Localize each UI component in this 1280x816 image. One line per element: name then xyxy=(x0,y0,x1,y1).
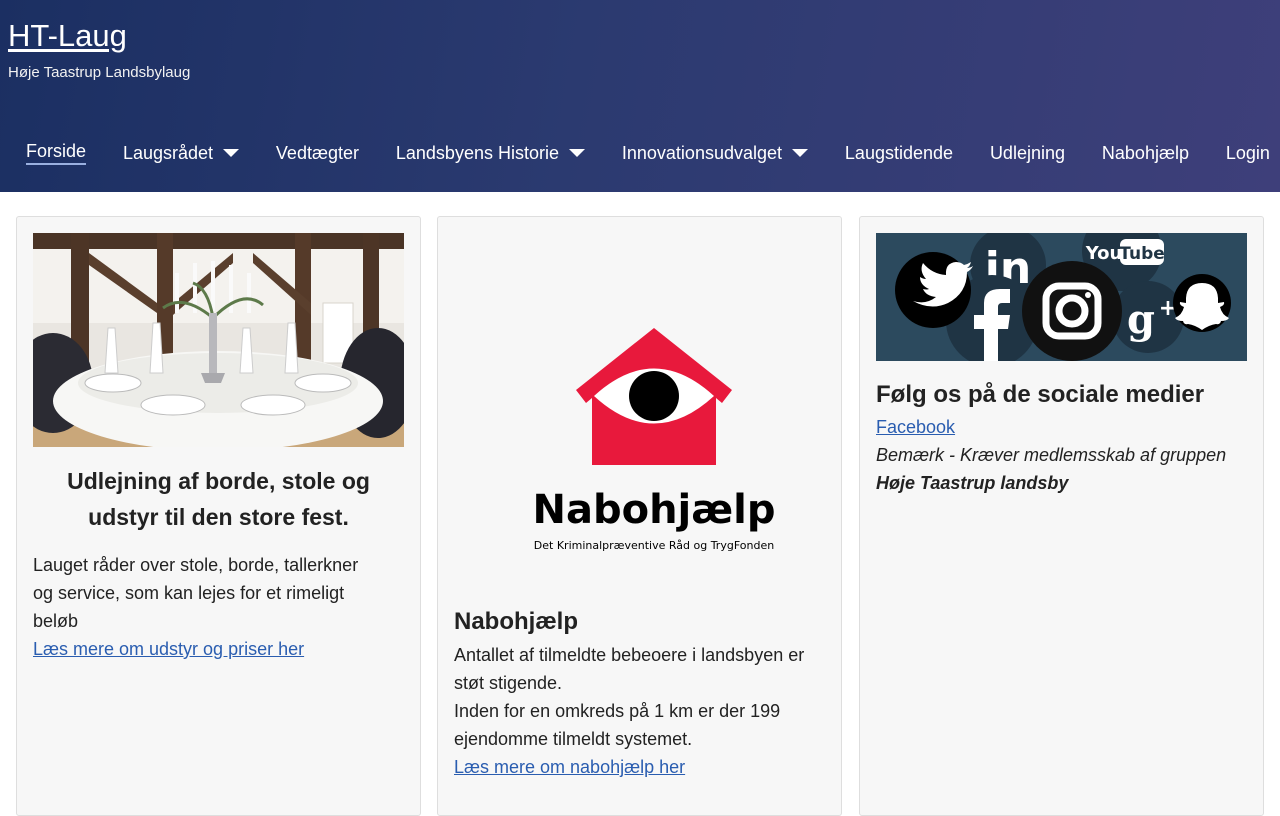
nabohjaelp-card: Nabohjælp Det Kriminalpræventive Råd og … xyxy=(437,216,842,816)
instagram-icon xyxy=(1022,261,1122,361)
nabohjaelp-text-line2: Inden for en omkreds på 1 km er der 199 … xyxy=(454,701,781,749)
nabohjaelp-logo: Nabohjælp Det Kriminalpræventive Råd og … xyxy=(454,233,825,583)
membership-note: Bemærk - Kræver medlemsskab af gruppen H… xyxy=(876,441,1236,497)
nav-item-vedtaegter[interactable]: Vedtægter xyxy=(276,143,359,166)
nav-item-laugstidende[interactable]: Laugstidende xyxy=(845,143,953,166)
rental-description: Lauget råder over stole, borde, tallerkn… xyxy=(33,555,359,631)
site-tagline: Høje Taastrup Landsbylaug xyxy=(8,64,191,81)
nav-item-login[interactable]: Login xyxy=(1226,143,1270,166)
eye-icon xyxy=(629,371,679,421)
nav-label: Udlejning xyxy=(989,142,1065,163)
chevron-down-icon[interactable] xyxy=(223,149,240,157)
brand: HT-Laug Høje Taastrup Landsbylaug xyxy=(8,16,190,81)
logo-subtitle: Det Kriminalpræventive Råd og TrygFonden xyxy=(534,539,774,552)
nabohjaelp-read-more-link[interactable]: Læs mere om nabohjælp her xyxy=(454,757,685,777)
chevron-down-icon[interactable] xyxy=(568,149,585,157)
social-text-block: Facebook Bemærk - Kræver medlemsskab af … xyxy=(876,413,1236,497)
logo-wordmark: Nabohjælp xyxy=(532,487,775,533)
banquet-photo xyxy=(33,233,404,447)
site-title-link[interactable]: HT-Laug xyxy=(8,16,190,56)
nav-label: Login xyxy=(1225,142,1270,163)
nabohjaelp-text-block: Antallet af tilmeldte bebeoere i landsby… xyxy=(454,641,814,781)
social-card: in You Tube g + Følg os på de sociale me… xyxy=(859,216,1264,816)
nav-label: Forside xyxy=(26,141,87,165)
nav-item-landsbyens-historie[interactable]: Landsbyens Historie xyxy=(396,143,585,166)
nav-label: Landsbyens Historie xyxy=(395,142,559,163)
nav-item-nabohjaelp[interactable]: Nabohjælp xyxy=(1102,143,1189,166)
nav-item-laugsraadet[interactable]: Laugsrådet xyxy=(122,142,240,166)
nav-item-udlejning[interactable]: Udlejning xyxy=(990,143,1065,166)
membership-note-text: Bemærk - Kræver medlemsskab af gruppen xyxy=(876,445,1227,465)
nav-label: Nabohjælp xyxy=(1101,142,1189,163)
nav-item-innovationsudvalget[interactable]: Innovationsudvalget xyxy=(621,142,809,166)
rental-read-more-link[interactable]: Læs mere om udstyr og priser her xyxy=(33,639,304,659)
nav-label: Innovationsudvalget xyxy=(621,142,783,163)
youtube-word2: Tube xyxy=(1119,244,1165,264)
nav-label: Vedtægter xyxy=(275,142,359,163)
rental-card: Udlejning af borde, stole og udstyr til … xyxy=(16,216,421,816)
site-header: HT-Laug Høje Taastrup Landsbylaug Forsid… xyxy=(0,0,1280,192)
social-banner: in You Tube g + xyxy=(876,233,1247,361)
social-banner-graphic: in You Tube g + xyxy=(876,233,1247,361)
chevron-down-icon[interactable] xyxy=(792,149,809,157)
svg-text:g: g xyxy=(1127,296,1155,343)
group-name: Høje Taastrup landsby xyxy=(876,473,1069,493)
banquet-photo-illustration xyxy=(33,233,404,447)
youtube-word: You xyxy=(1085,243,1123,264)
facebook-link[interactable]: Facebook xyxy=(876,417,955,437)
nav-item-forside[interactable]: Forside xyxy=(26,141,87,167)
nabohjaelp-logo-graphic: Nabohjælp Det Kriminalpræventive Råd og … xyxy=(532,328,776,552)
rental-heading: Udlejning af borde, stole og udstyr til … xyxy=(67,468,370,530)
social-heading: Følg os på de sociale medier xyxy=(876,381,1205,408)
nabohjaelp-text-line1: Antallet af tilmeldte bebeoere i landsby… xyxy=(454,645,805,693)
nabohjaelp-heading: Nabohjælp xyxy=(454,608,578,635)
rental-text-block: Lauget råder over stole, borde, tallerkn… xyxy=(33,551,373,663)
main-nav: Forside Laugsrådet Vedtægter Landsbyens … xyxy=(8,134,1270,174)
nav-label: Laugstidende xyxy=(844,142,954,163)
nav-label: Laugsrådet xyxy=(122,142,214,163)
